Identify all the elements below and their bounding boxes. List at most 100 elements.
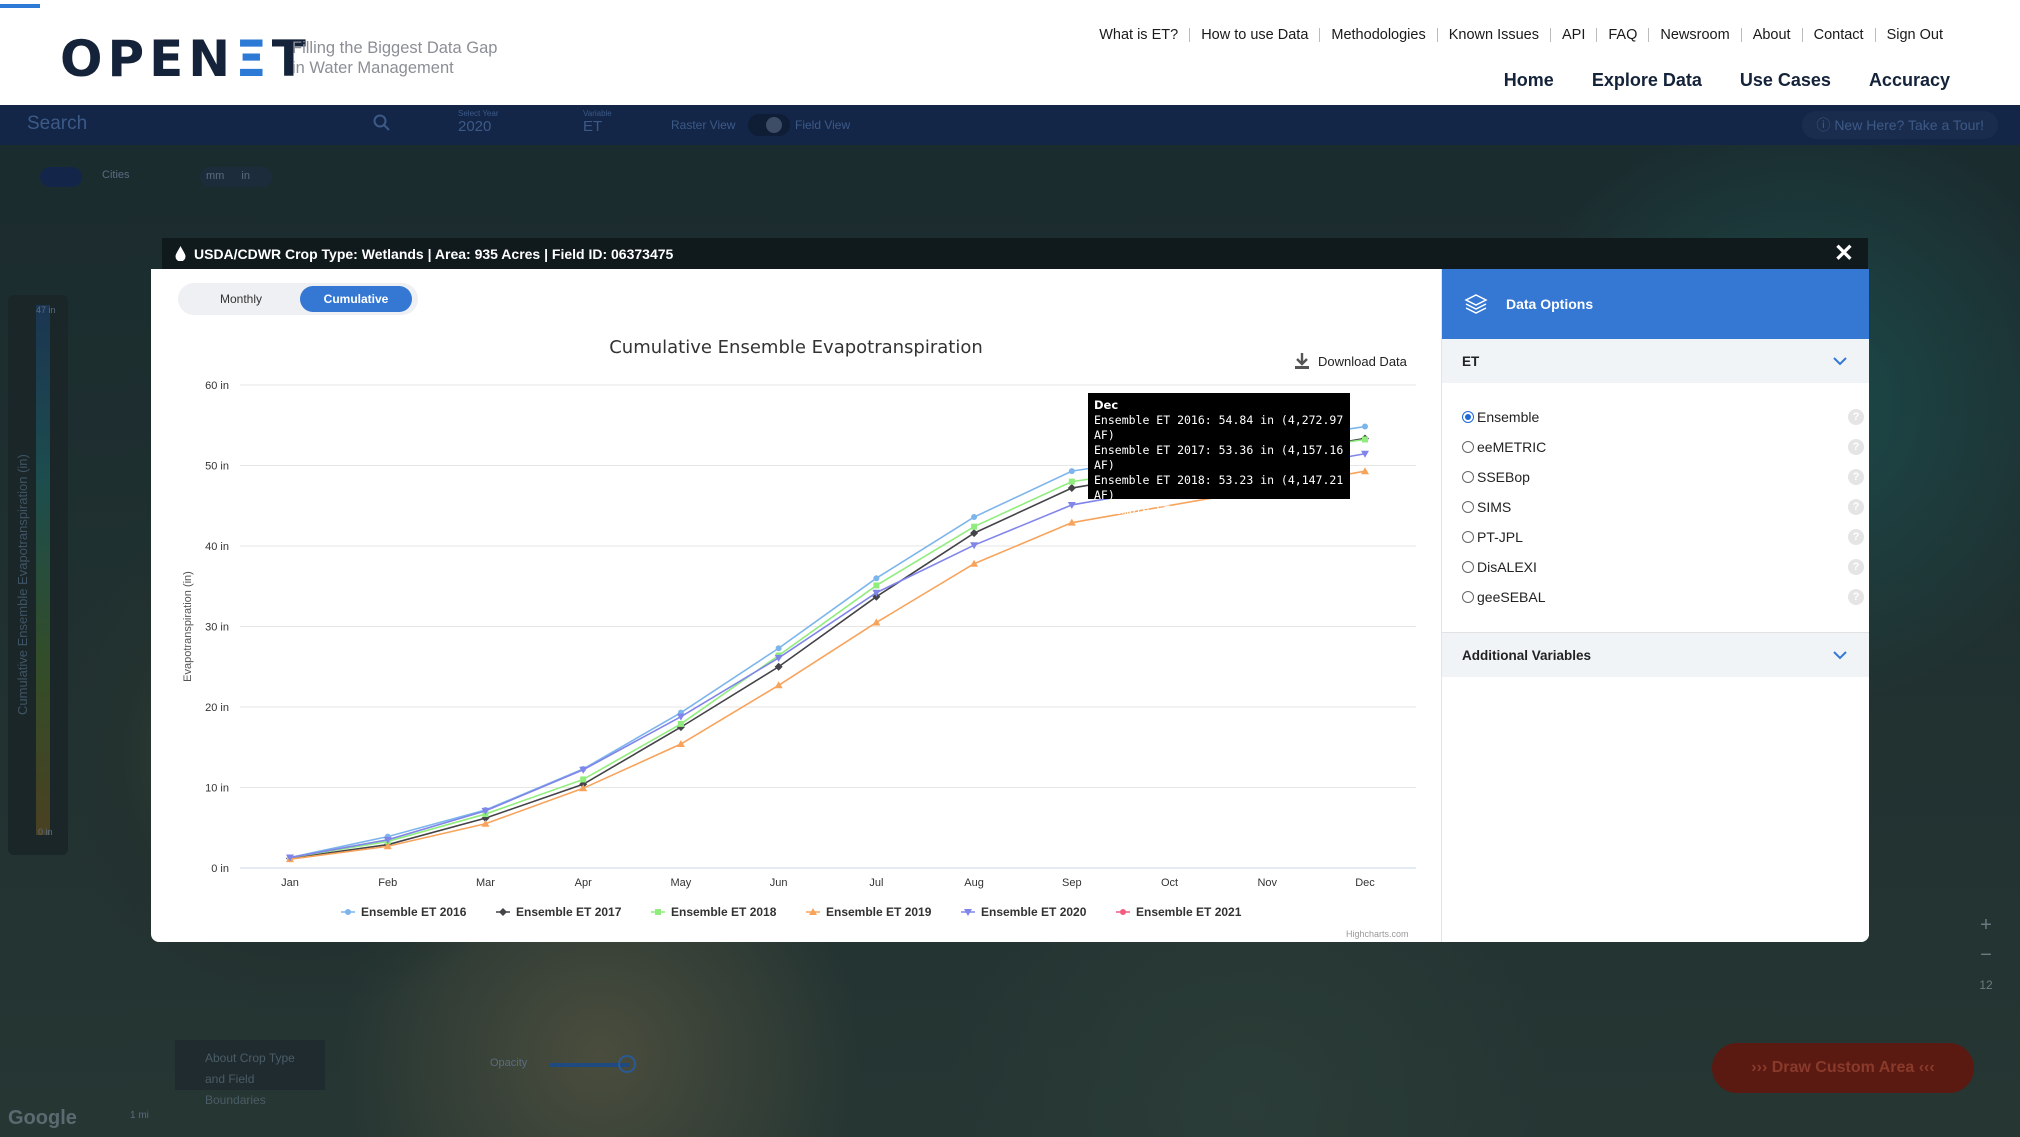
cities-toggle[interactable] (40, 167, 82, 187)
model-label: SSEBop (1477, 469, 1530, 485)
cities-label: Cities (102, 169, 130, 181)
top-link[interactable]: How to use Data (1189, 28, 1319, 42)
year-select[interactable]: Select Year 2020 (458, 109, 498, 135)
tab-cumulative[interactable]: Cumulative (300, 286, 412, 312)
model-option[interactable]: eeMETRIC (1462, 437, 1546, 457)
unit-toggle[interactable]: mm in (200, 167, 272, 187)
main-nav-item[interactable]: Home (1504, 70, 1554, 91)
legend-title: Cumulative Ensemble Evapotranspiration (… (15, 454, 30, 715)
data-point (775, 645, 782, 652)
layers-icon (1464, 294, 1488, 314)
model-option[interactable]: geeSEBAL (1462, 587, 1546, 607)
y-tick-label: 40 in (205, 541, 229, 553)
top-link[interactable]: About (1740, 28, 1802, 42)
openet-logo[interactable]: OPENΞT (60, 34, 311, 84)
legend-max: 47 in (36, 305, 56, 315)
zoom-out-button[interactable]: − (1970, 940, 2002, 970)
legend-min: 0 in (38, 827, 53, 837)
model-option[interactable]: SSEBop (1462, 467, 1530, 487)
top-link[interactable]: FAQ (1596, 28, 1648, 42)
top-link[interactable]: Methodologies (1319, 28, 1436, 42)
tab-monthly[interactable]: Monthly (186, 286, 296, 312)
main-nav-item[interactable]: Accuracy (1869, 70, 1950, 91)
et-accordion[interactable]: ET (1442, 339, 1869, 383)
help-icon[interactable]: ? (1848, 589, 1864, 605)
model-option[interactable]: SIMS (1462, 497, 1511, 517)
model-label: PT-JPL (1477, 529, 1523, 545)
radio-button[interactable] (1462, 531, 1474, 543)
legend-item: Ensemble ET 2020 (981, 905, 1087, 919)
data-point (971, 523, 978, 530)
data-point (873, 582, 880, 589)
model-option[interactable]: PT-JPL (1462, 527, 1523, 547)
legend-gradient (36, 305, 50, 835)
radio-button[interactable] (1462, 441, 1474, 453)
model-option[interactable]: Ensemble (1462, 407, 1539, 427)
map-toolbar: Search Select Year 2020 Variable ET Raster… (0, 105, 2020, 145)
opacity-handle[interactable] (618, 1055, 636, 1073)
help-icon[interactable]: ? (1848, 469, 1864, 485)
data-point (677, 720, 684, 727)
top-link[interactable]: Sign Out (1874, 28, 1954, 42)
main-nav-item[interactable]: Explore Data (1592, 70, 1702, 91)
x-tick-label: Jun (770, 877, 788, 889)
search-input[interactable]: Search (27, 113, 87, 135)
variable-select[interactable]: Variable ET (583, 109, 612, 135)
zoom-in-button[interactable]: + (1970, 910, 2002, 940)
about-crop-type-box[interactable]: About Crop Type and Field Boundaries (175, 1040, 325, 1107)
tour-button[interactable]: ⓘ New Here? Take a Tour! (1802, 111, 1998, 139)
x-tick-label: May (671, 877, 692, 889)
close-icon[interactable]: ✕ (1834, 242, 1854, 266)
legend-marker (499, 908, 507, 916)
radio-button[interactable] (1462, 591, 1474, 603)
top-link[interactable]: Known Issues (1436, 28, 1550, 42)
top-link[interactable]: Newsroom (1648, 28, 1740, 42)
water-drop-icon (175, 246, 186, 261)
top-link[interactable]: API (1550, 28, 1596, 42)
tooltip-header: Dec (1094, 398, 1119, 412)
radio-button[interactable] (1462, 411, 1474, 423)
radio-button[interactable] (1462, 501, 1474, 513)
help-icon[interactable]: ? (1848, 409, 1864, 425)
model-label: eeMETRIC (1477, 439, 1547, 455)
additional-variables-label: Additional Variables (1462, 648, 1592, 663)
top-link[interactable]: What is ET? (1088, 28, 1189, 43)
x-tick-label: Jul (869, 877, 883, 889)
help-icon[interactable]: ? (1848, 529, 1864, 545)
modal-title: USDA/CDWR Crop Type: Wetlands | Area: 93… (194, 246, 674, 262)
main-nav-item[interactable]: Use Cases (1740, 70, 1831, 91)
help-icon[interactable]: ? (1848, 499, 1864, 515)
google-logo: Google (8, 1107, 77, 1129)
x-tick-label: Oct (1161, 877, 1178, 889)
modal-title-bar: USDA/CDWR Crop Type: Wetlands | Area: 93… (162, 238, 1868, 270)
data-options-panel: Data Options ET Ensemble? eeMETRIC? SSEBop… (1441, 269, 1869, 942)
help-icon[interactable]: ? (1848, 439, 1864, 455)
top-link[interactable]: Contact (1801, 28, 1875, 42)
field-view-label: Field View (795, 118, 851, 132)
opacity-label: Opacity (490, 1057, 528, 1069)
zoom-level: 12 (1979, 978, 1993, 992)
x-tick-label: Apr (575, 877, 592, 889)
legend-item: Ensemble ET 2018 (671, 905, 777, 919)
search-icon[interactable] (373, 114, 393, 134)
data-point (580, 776, 587, 783)
data-point (1068, 478, 1075, 485)
model-option[interactable]: DisALEXI (1462, 557, 1537, 577)
legend-item: Ensemble ET 2017 (516, 905, 622, 919)
x-tick-label: Sep (1062, 877, 1082, 889)
view-toggle[interactable] (748, 114, 790, 136)
radio-button[interactable] (1462, 561, 1474, 573)
draw-custom-area-button[interactable]: ››› Draw Custom Area ‹‹‹ (1712, 1043, 1974, 1093)
data-point (1362, 436, 1368, 443)
tooltip-line: Ensemble ET 2019: 49.29 in (3,840.00 AF) (1094, 503, 1344, 532)
y-tick-label: 0 in (211, 863, 229, 875)
top-accent-bar (0, 4, 40, 8)
model-label: Ensemble (1477, 409, 1540, 425)
chart-credit[interactable]: Highcharts.com (1346, 929, 1409, 939)
help-icon[interactable]: ? (1848, 559, 1864, 575)
radio-button[interactable] (1462, 471, 1474, 483)
legend-marker (1120, 909, 1126, 915)
data-options-title: Data Options (1506, 296, 1594, 312)
data-point (676, 740, 685, 748)
additional-variables-accordion[interactable]: Additional Variables (1442, 633, 1869, 677)
